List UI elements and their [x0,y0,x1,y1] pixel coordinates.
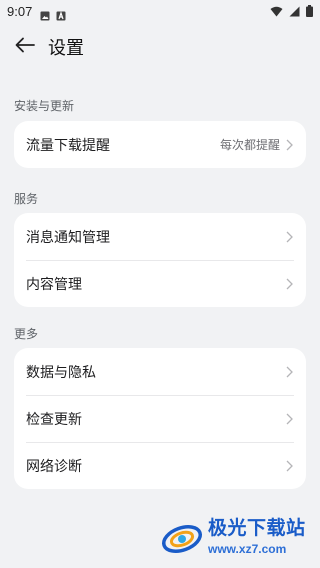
battery-icon [306,2,313,21]
chevron-right-icon [284,459,294,473]
chevron-right-icon [284,412,294,426]
chevron-right-icon [284,138,294,152]
settings-item-label: 网络诊断 [26,458,82,475]
watermark-url: www.xz7.com [208,542,287,556]
section-label-install-update: 安装与更新 [14,99,75,113]
settings-item-data-download-reminder[interactable]: 流量下载提醒 每次都提醒 [14,121,306,168]
settings-item-value: 每次都提醒 [219,138,280,152]
card-install-update: 流量下载提醒 每次都提醒 [14,121,306,168]
chevron-right-icon [284,277,294,291]
status-time: 9:07 [7,3,33,19]
settings-item-content-management[interactable]: 内容管理 [14,260,306,307]
settings-item-check-updates[interactable]: 检查更新 [14,395,306,442]
watermark: 极光下载站 www.xz7.com [160,512,318,562]
settings-item-label: 消息通知管理 [26,229,110,246]
watermark-text: 极光下载站 www.xz7.com [208,517,306,556]
app-bar: 设置 [0,30,320,64]
status-indicators [270,2,313,21]
settings-item-notification-management[interactable]: 消息通知管理 [14,213,306,260]
app-notification-icon [56,6,66,21]
watermark-logo-icon [160,515,204,559]
page-title: 设置 [48,38,84,59]
card-more: 数据与隐私 检查更新 网络诊断 [14,348,306,489]
signal-icon [289,2,300,21]
card-services: 消息通知管理 内容管理 [14,213,306,307]
watermark-brand: 极光下载站 [208,517,306,539]
back-button[interactable] [10,32,40,62]
section-label-more: 更多 [14,327,39,341]
settings-item-label: 流量下载提醒 [26,137,110,154]
arrow-left-icon [15,37,35,57]
wifi-icon [270,2,283,21]
status-bar: 9:07 [0,0,320,22]
settings-item-label: 检查更新 [26,411,82,428]
settings-item-data-privacy[interactable]: 数据与隐私 [14,348,306,395]
image-notification-icon [40,6,50,21]
settings-item-label: 数据与隐私 [26,364,96,381]
settings-item-network-diagnosis[interactable]: 网络诊断 [14,442,306,489]
section-label-services: 服务 [14,192,39,206]
settings-item-label: 内容管理 [26,276,82,293]
chevron-right-icon [284,365,294,379]
chevron-right-icon [284,230,294,244]
